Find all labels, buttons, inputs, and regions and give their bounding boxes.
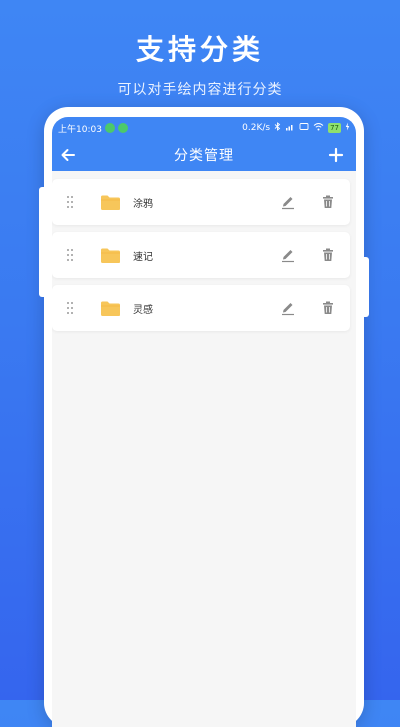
sim-icon [299,122,309,134]
arrow-left-icon [61,149,75,161]
battery-indicator: 77 [328,123,341,133]
delete-button[interactable] [320,194,336,210]
wifi-icon [313,122,324,134]
status-time: 上午10:03 [58,124,102,135]
category-label: 灵感 [133,304,153,316]
category-item[interactable]: 灵感 [52,285,350,331]
edit-button[interactable] [280,194,296,210]
back-button[interactable] [56,143,80,167]
delete-button[interactable] [320,300,336,316]
drag-handle-icon[interactable] [64,248,76,262]
bluetooth-icon [274,122,281,134]
folder-icon [100,245,124,265]
notification-icon [104,123,115,133]
promo-subtitle: 可以对手绘内容进行分类 [117,82,283,98]
phone-side-button [364,257,369,317]
phone-side-button [39,187,44,297]
add-category-button[interactable] [324,143,348,167]
notification-icon [117,123,128,133]
status-bar: 上午10:03 0.2K/s 77 [52,117,356,139]
category-item[interactable]: 速记 [52,232,350,278]
drag-handle-icon[interactable] [64,195,76,209]
category-label: 涂鸦 [133,198,153,210]
delete-button[interactable] [320,247,336,263]
phone-frame: 上午10:03 0.2K/s 77 分类管理 涂鸦 速记 灵感 [39,107,369,727]
page-title: 分类管理 [174,148,234,164]
folder-icon [100,192,124,212]
edit-button[interactable] [280,300,296,316]
pencil-icon [282,250,294,263]
pencil-icon [282,197,294,210]
plus-icon [328,147,344,163]
category-item[interactable]: 涂鸦 [52,179,350,225]
folder-icon [100,298,124,318]
phone-screen: 上午10:03 0.2K/s 77 分类管理 涂鸦 速记 灵感 [52,117,356,727]
category-list: 涂鸦 速记 灵感 [52,179,356,338]
trash-icon [323,301,333,314]
drag-handle-icon[interactable] [64,301,76,315]
edit-button[interactable] [280,247,296,263]
toolbar: 分类管理 [52,139,356,171]
trash-icon [323,248,333,261]
pencil-icon [282,303,294,316]
promo-title: 支持分类 [135,33,264,66]
signal-icon [285,122,295,134]
charging-icon [345,122,350,134]
category-label: 速记 [133,251,153,263]
trash-icon [323,195,333,208]
network-speed: 0.2K/s [242,123,271,133]
